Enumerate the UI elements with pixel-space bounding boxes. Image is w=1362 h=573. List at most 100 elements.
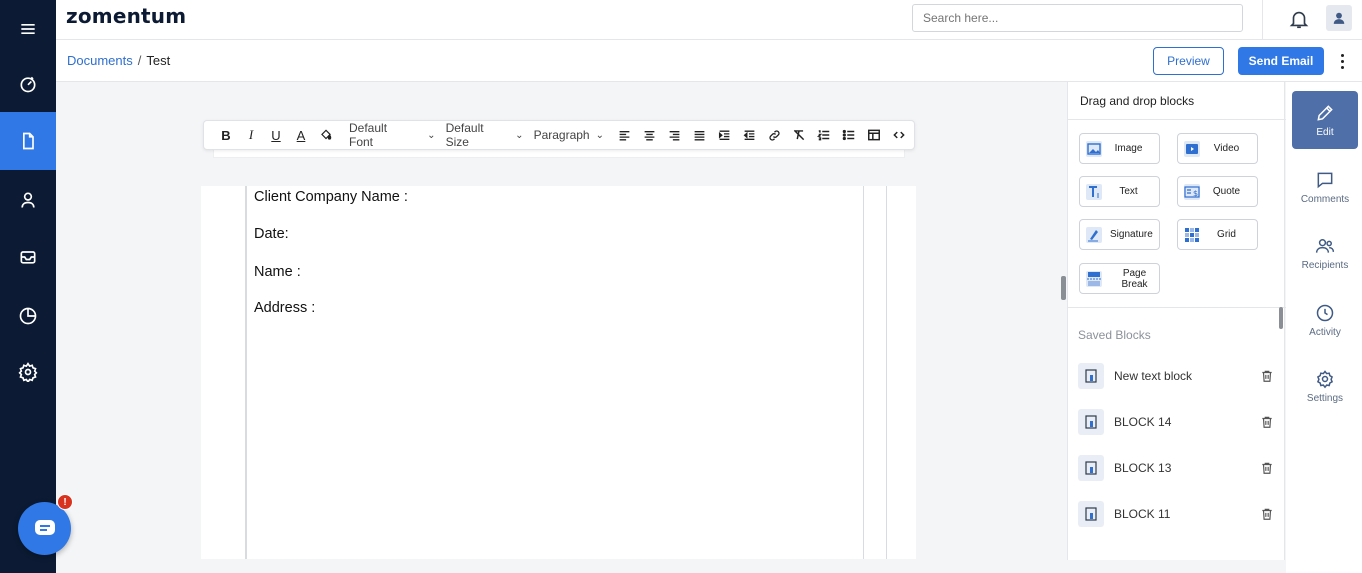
block-page-break[interactable]: Page Break bbox=[1079, 263, 1160, 294]
breadcrumb-documents-link[interactable]: Documents bbox=[67, 53, 133, 68]
nav-documents[interactable] bbox=[0, 112, 56, 170]
blocks-panel-title: Drag and drop blocks bbox=[1080, 94, 1195, 108]
nav-reports[interactable] bbox=[0, 287, 56, 345]
notification-badge: ! bbox=[57, 494, 73, 510]
pencil-icon bbox=[1317, 104, 1333, 121]
block-text[interactable]: Text bbox=[1079, 176, 1160, 207]
clear-format-icon[interactable] bbox=[789, 124, 809, 146]
comment-icon bbox=[1317, 172, 1333, 188]
clock-icon bbox=[1316, 304, 1334, 321]
panel-resize-handle[interactable] bbox=[1061, 276, 1066, 300]
block-image[interactable]: Image bbox=[1079, 133, 1160, 164]
blocks-panel: Drag and drop blocks Image Video Text $ … bbox=[1067, 82, 1286, 560]
nav-dashboard[interactable] bbox=[0, 55, 56, 113]
rail-activity[interactable]: Activity bbox=[1292, 291, 1358, 349]
link-icon[interactable] bbox=[764, 124, 784, 146]
bold-icon[interactable]: B bbox=[216, 124, 236, 146]
saved-blocks-title: Saved Blocks bbox=[1078, 328, 1151, 342]
trash-icon[interactable] bbox=[1260, 507, 1274, 521]
bullet-list-icon[interactable] bbox=[839, 124, 859, 146]
menu-toggle[interactable] bbox=[0, 0, 56, 58]
doc-line-address[interactable]: Address : bbox=[254, 300, 315, 316]
breadcrumb-bar: Documents / Test Preview Send Email bbox=[56, 40, 1362, 82]
editor-toolbar: B I U A Default Font ⌄ Default Size ⌄ Para… bbox=[203, 120, 915, 150]
trash-icon[interactable] bbox=[1260, 415, 1274, 429]
nav-settings[interactable] bbox=[0, 343, 56, 401]
text-color-icon[interactable]: A bbox=[291, 124, 311, 146]
italic-icon[interactable]: I bbox=[241, 124, 261, 146]
users-icon bbox=[1315, 238, 1335, 253]
search-input[interactable] bbox=[912, 4, 1243, 32]
divider bbox=[1068, 119, 1286, 120]
saved-block-icon bbox=[1078, 455, 1104, 481]
trash-icon[interactable] bbox=[1260, 461, 1274, 475]
send-email-button[interactable]: Send Email bbox=[1238, 47, 1324, 75]
scrollbar-thumb[interactable] bbox=[1279, 307, 1283, 329]
saved-block-icon bbox=[1078, 409, 1104, 435]
chevron-down-icon: ⌄ bbox=[595, 129, 604, 141]
left-margin-guide bbox=[245, 186, 247, 559]
font-family-select[interactable]: Default Font ⌄ bbox=[349, 121, 436, 149]
more-options-icon[interactable] bbox=[1334, 50, 1350, 72]
document-page[interactable]: Client Company Name : Date: Name : Addre… bbox=[201, 186, 916, 559]
hamburger-icon bbox=[21, 24, 35, 34]
quote-icon: $ bbox=[1184, 183, 1200, 200]
block-quote[interactable]: $ Quote bbox=[1177, 176, 1258, 207]
signature-icon bbox=[1086, 226, 1102, 243]
svg-text:$: $ bbox=[1193, 189, 1198, 198]
breadcrumb: Documents / Test bbox=[67, 53, 170, 68]
saved-block-item[interactable]: BLOCK 11 bbox=[1078, 501, 1278, 527]
right-rail: Edit Comments Recipients Activity Settin… bbox=[1286, 82, 1362, 573]
left-navigation bbox=[0, 0, 56, 573]
doc-line-date[interactable]: Date: bbox=[254, 226, 289, 242]
right-margin-guide bbox=[863, 186, 864, 559]
block-grid[interactable]: Grid bbox=[1177, 219, 1258, 250]
divider bbox=[1068, 307, 1286, 308]
nav-inbox[interactable] bbox=[0, 228, 56, 286]
saved-block-item[interactable]: BLOCK 14 bbox=[1078, 409, 1278, 435]
rail-edit[interactable]: Edit bbox=[1292, 91, 1358, 149]
align-justify-icon[interactable] bbox=[689, 124, 709, 146]
grid-icon bbox=[1184, 226, 1200, 243]
gauge-icon bbox=[20, 76, 36, 93]
underline-icon[interactable]: U bbox=[266, 124, 286, 146]
saved-block-icon bbox=[1078, 363, 1104, 389]
avatar[interactable] bbox=[1326, 5, 1352, 31]
user-icon bbox=[21, 192, 35, 208]
align-center-icon[interactable] bbox=[639, 124, 659, 146]
outdent-icon[interactable] bbox=[739, 124, 759, 146]
bell-icon[interactable] bbox=[1288, 8, 1310, 30]
top-bar: zomentum bbox=[56, 0, 1362, 40]
chevron-down-icon: ⌄ bbox=[427, 129, 436, 141]
header-divider bbox=[1262, 0, 1263, 40]
rail-recipients[interactable]: Recipients bbox=[1292, 224, 1358, 282]
indent-icon[interactable] bbox=[714, 124, 734, 146]
block-type-select[interactable]: Paragraph ⌄ bbox=[534, 128, 604, 142]
trash-icon[interactable] bbox=[1260, 369, 1274, 383]
saved-block-item[interactable]: BLOCK 13 bbox=[1078, 455, 1278, 481]
rail-settings[interactable]: Settings bbox=[1292, 357, 1358, 415]
table-icon[interactable] bbox=[864, 124, 884, 146]
font-size-select[interactable]: Default Size ⌄ bbox=[446, 121, 524, 149]
align-left-icon[interactable] bbox=[614, 124, 634, 146]
app-logo[interactable]: zomentum bbox=[66, 4, 186, 28]
pie-chart-icon bbox=[19, 307, 37, 325]
doc-line-name[interactable]: Name : bbox=[254, 264, 301, 280]
user-avatar-icon bbox=[1333, 12, 1345, 24]
block-signature[interactable]: Signature bbox=[1079, 219, 1160, 250]
ordered-list-icon[interactable] bbox=[814, 124, 834, 146]
gear-icon bbox=[18, 362, 38, 382]
image-icon bbox=[1086, 140, 1102, 157]
highlight-icon[interactable] bbox=[316, 124, 336, 146]
rail-comments[interactable]: Comments bbox=[1292, 158, 1358, 216]
page-break-icon bbox=[1086, 270, 1102, 287]
code-icon[interactable] bbox=[889, 124, 909, 146]
block-video[interactable]: Video bbox=[1177, 133, 1258, 164]
doc-line-client-company[interactable]: Client Company Name : bbox=[254, 189, 408, 205]
document-icon bbox=[23, 132, 34, 150]
saved-block-item[interactable]: New text block bbox=[1078, 363, 1278, 389]
align-right-icon[interactable] bbox=[664, 124, 684, 146]
preview-button[interactable]: Preview bbox=[1153, 47, 1224, 75]
nav-contacts[interactable] bbox=[0, 171, 56, 229]
breadcrumb-current: Test bbox=[146, 53, 171, 68]
